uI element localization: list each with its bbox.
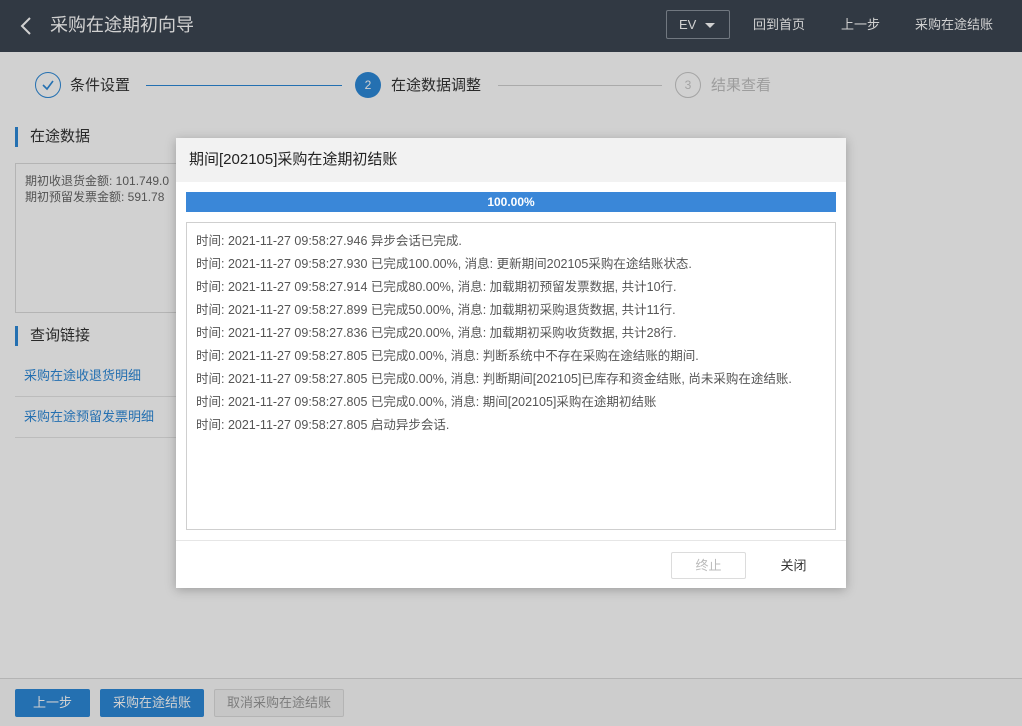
- dialog-header: 期间[202105]采购在途期初结账: [176, 138, 846, 182]
- log-line: 时间: 2021-11-27 09:58:27.805 已完成0.00%, 消息…: [196, 372, 792, 386]
- log-line: 时间: 2021-11-27 09:58:27.930 已完成100.00%, …: [196, 257, 692, 271]
- log-line: 时间: 2021-11-27 09:58:27.946 异步会话已完成.: [196, 234, 462, 248]
- progress-bar: 100.00%: [186, 192, 836, 212]
- stop-button[interactable]: 终止: [671, 552, 746, 579]
- log-line: 时间: 2021-11-27 09:58:27.805 已完成0.00%, 消息…: [196, 395, 657, 409]
- dialog-close-button[interactable]: 关闭: [756, 552, 831, 579]
- log-panel[interactable]: 时间: 2021-11-27 09:58:27.946 异步会话已完成. 时间:…: [186, 222, 836, 530]
- log-line: 时间: 2021-11-27 09:58:27.899 已完成50.00%, 消…: [196, 303, 676, 317]
- log-line: 时间: 2021-11-27 09:58:27.836 已完成20.00%, 消…: [196, 326, 677, 340]
- progress-text: 100.00%: [487, 195, 535, 209]
- dialog-footer: 终止 关闭: [176, 540, 846, 588]
- dialog-title: 期间[202105]采购在途期初结账: [189, 151, 398, 168]
- log-line: 时间: 2021-11-27 09:58:27.805 已完成0.00%, 消息…: [196, 349, 699, 363]
- log-line: 时间: 2021-11-27 09:58:27.914 已完成80.00%, 消…: [196, 280, 677, 294]
- log-line: 时间: 2021-11-27 09:58:27.805 启动异步会话.: [196, 418, 450, 432]
- closing-progress-dialog: 期间[202105]采购在途期初结账 100.00% 时间: 2021-11-2…: [176, 138, 846, 588]
